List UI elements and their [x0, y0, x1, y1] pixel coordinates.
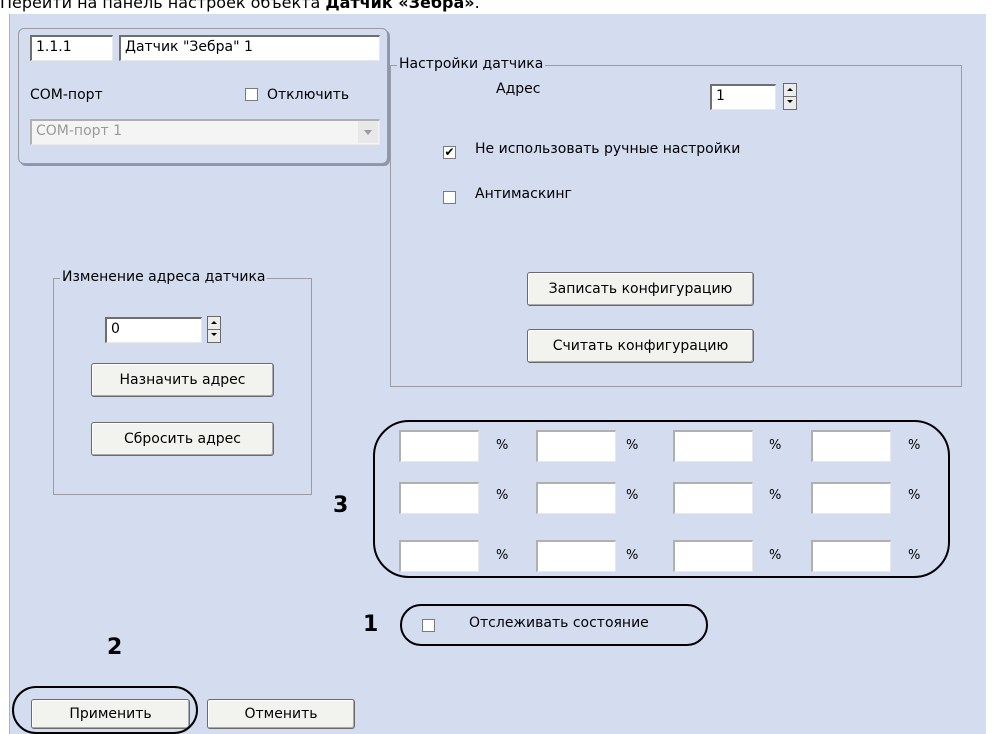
com-port-select[interactable]: COM-порт 1 — [30, 119, 380, 145]
object-id-field[interactable]: 1.1.1 — [30, 35, 113, 61]
sensor-settings-legend: Настройки датчика — [397, 55, 546, 73]
annotation-number-1: 1 — [363, 612, 379, 637]
new-address-spinner[interactable] — [207, 316, 221, 343]
chevron-down-icon[interactable] — [358, 121, 378, 143]
address-label: Адрес — [496, 81, 541, 97]
manual-settings-checkbox[interactable]: ✔ — [443, 146, 456, 159]
annotation-outline-track — [400, 604, 708, 646]
address-input[interactable]: 1 — [710, 84, 776, 110]
sensor-settings-group: Настройки датчика Адрес 1 ✔ Не использов… — [390, 55, 962, 387]
write-config-button[interactable]: Записать конфигурацию — [527, 272, 754, 306]
caption-suffix: . — [474, 0, 480, 12]
read-config-button[interactable]: Считать конфигурацию — [527, 329, 754, 363]
object-box: 1.1.1 Датчик "Зебра" 1 COM-порт Отключит… — [18, 28, 388, 164]
caption-text: Перейти на панель настроек объекта — [0, 0, 326, 12]
cancel-button[interactable]: Отменить — [207, 699, 355, 729]
com-port-label: COM-порт — [30, 87, 103, 103]
document-caption: Перейти на панель настроек объекта Датчи… — [0, 0, 994, 13]
change-address-legend: Изменение адреса датчика — [60, 268, 268, 286]
antimasking-checkbox[interactable] — [443, 191, 456, 204]
disable-checkbox[interactable] — [245, 88, 258, 101]
disable-label: Отключить — [267, 87, 350, 103]
reset-address-button[interactable]: Сбросить адрес — [91, 422, 274, 456]
address-spinner[interactable] — [783, 83, 797, 110]
annotation-number-3: 3 — [333, 493, 349, 518]
caption-object-name: Датчик «Зебра» — [325, 0, 475, 12]
assign-address-button[interactable]: Назначить адрес — [91, 363, 274, 397]
manual-settings-label: Не использовать ручные настройки — [475, 141, 741, 157]
annotation-number-2: 2 — [107, 635, 123, 660]
antimasking-label: Антимаскинг — [475, 186, 572, 202]
annotation-outline-grid — [373, 420, 950, 578]
new-address-input[interactable]: 0 — [105, 317, 202, 343]
change-address-group: Изменение адреса датчика 0 Назначить адр… — [53, 268, 312, 495]
object-name-field[interactable]: Датчик "Зебра" 1 — [119, 35, 380, 61]
annotation-outline-apply — [12, 686, 198, 734]
